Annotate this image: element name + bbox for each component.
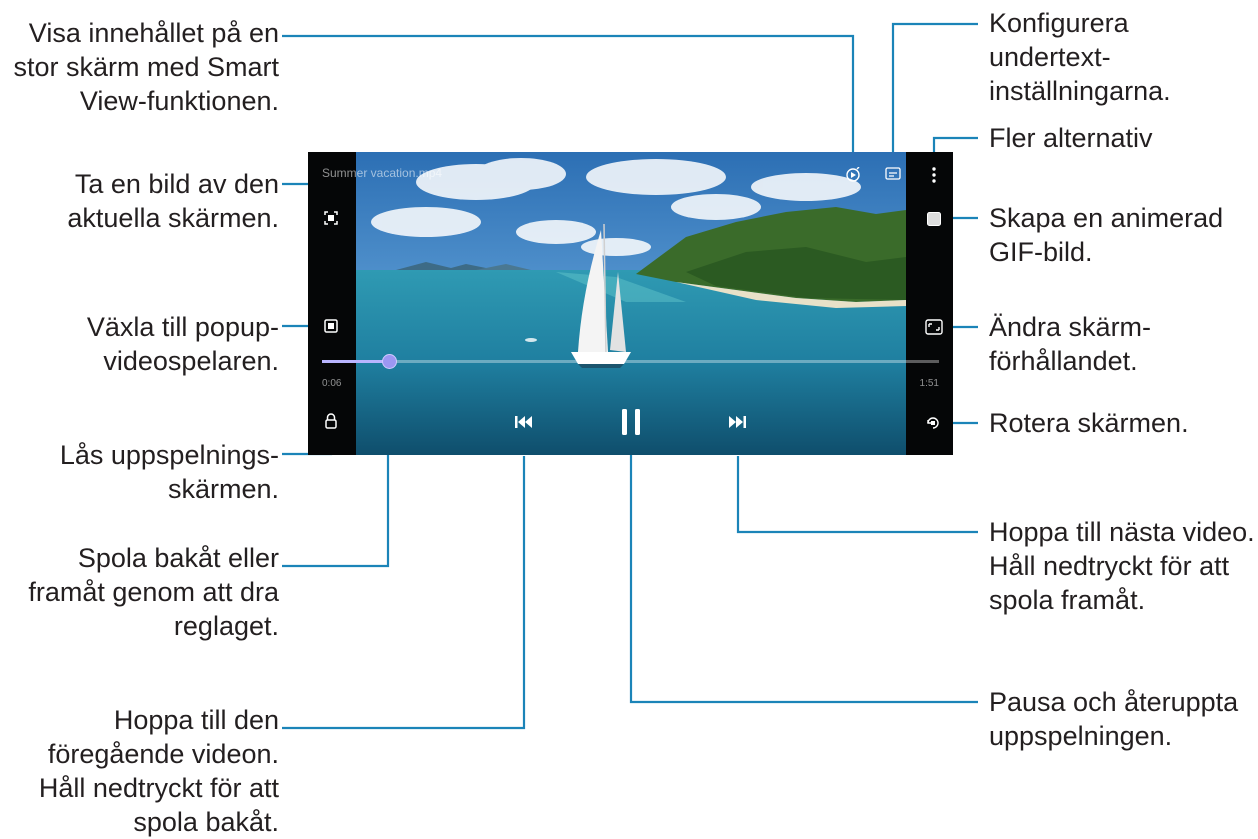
video-player-screen[interactable]: Summer vacation.mp4 0:06 1:51 [308,152,953,455]
more-options-icon[interactable] [926,166,942,184]
total-duration: 1:51 [919,378,939,389]
label-rotate: Rotera skärmen. [989,408,1189,438]
capture-icon[interactable] [323,210,339,226]
smart-view-icon[interactable] [845,167,861,183]
label-popup: Växla till popup- videospelaren. [86,312,279,376]
label-more: Fler alternativ [989,123,1153,153]
label-previous: Hoppa till den föregående videon. Håll n… [38,705,279,837]
label-lock: Lås uppspelnings- skärmen. [59,440,279,504]
aspect-ratio-icon[interactable] [925,319,943,335]
popup-player-icon[interactable] [323,318,339,334]
callout-line-previous [282,456,526,730]
gif-icon[interactable] [926,211,942,227]
label-pause: Pausa och återuppta uppspelningen. [989,687,1239,751]
skip-previous-icon[interactable] [514,414,534,430]
seek-bar-progress [322,360,390,363]
label-subtitles: Konfigurera undertext- inställningarna. [989,8,1171,106]
rotate-icon[interactable] [925,415,941,431]
seek-bar[interactable] [322,360,939,363]
callout-line-next [736,456,978,534]
label-next: Hoppa till nästa video. Håll nedtryckt f… [989,517,1255,615]
label-seek: Spola bakåt eller framåt genom att dra r… [28,543,279,641]
label-ratio: Ändra skärm- förhållandet. [989,312,1152,376]
skip-next-icon[interactable] [727,414,747,430]
video-title: Summer vacation.mp4 [322,166,443,180]
subtitles-icon[interactable] [885,167,901,181]
label-smart-view: Visa innehållet på en stor skärm med Sma… [13,18,279,116]
callout-line-pause [629,442,978,704]
label-gif: Skapa en animerad GIF-bild. [989,203,1224,267]
elapsed-time: 0:06 [322,378,342,389]
callout-line-smart-view [282,34,855,161]
lock-icon[interactable] [323,412,339,430]
label-capture: Ta en bild av den aktuella skärmen. [67,169,279,233]
pause-icon[interactable] [619,407,643,437]
